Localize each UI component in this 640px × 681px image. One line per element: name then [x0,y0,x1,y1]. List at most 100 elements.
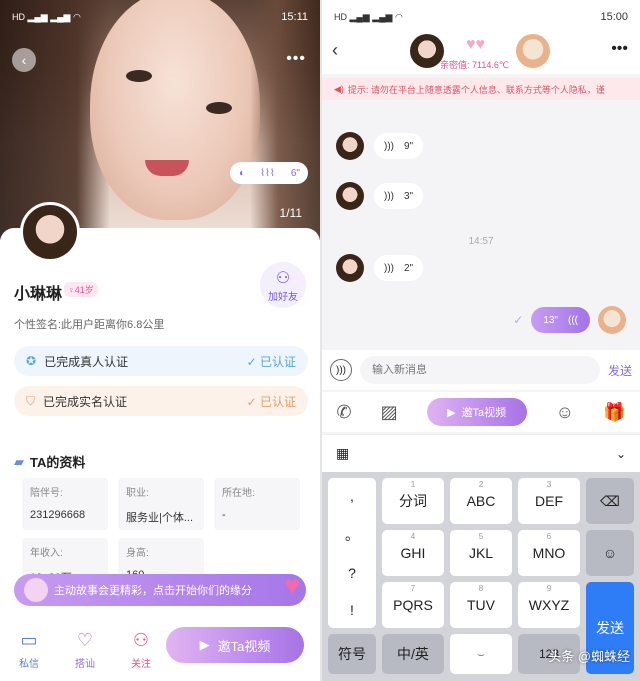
info-value: - [222,509,226,521]
key-5[interactable]: 5 JKL [450,530,512,576]
key-2[interactable]: 2 ABC [450,478,512,524]
status-bar: HD ▂▄▆ ▂▄▆ ◠ 15:00 [322,0,640,34]
video-invite-button[interactable]: ▶ 邀Ta视频 [426,398,527,426]
collapse-keyboard-icon[interactable]: ⌄ [616,447,626,461]
real-person-cert: ✪ 已完成真人认证 ✓ 已认证 [14,346,308,376]
real-name-cert: ⛉ 已完成实名认证 ✓ 已认证 [14,386,308,416]
avatar[interactable] [336,132,364,160]
read-check-icon: ✓ [513,313,524,327]
cert-label: 已完成实名认证 [43,394,128,409]
video-camera-icon: ▶ [199,637,210,652]
back-button[interactable]: ‹ [332,40,338,61]
screen: HD ▂▄▆ ▂▄▆ ◠ 15:11 ‹ ••• ◖ ⌇⌇⌇ 6" 1/11 小… [0,0,640,681]
key-1[interactable]: 1 分词 [382,478,444,524]
send-button[interactable]: 发送 [608,362,632,379]
key-6[interactable]: 6 MNO [518,530,580,576]
emoji-icon[interactable]: ☺ [556,402,574,423]
chat-timestamp: 14:57 [468,236,494,247]
cert-status: ✓ 已认证 [246,394,296,409]
backspace-icon: ⌫ [600,492,620,509]
key-4[interactable]: 4 GHI [382,530,444,576]
info-label: 陪伴号: [30,488,63,499]
key-label: PQRS [393,597,433,613]
signal-icon: HD ▂▄▆ ▂▄▆ ◠ [334,11,403,22]
story-banner[interactable]: 主动故事会更精彩，点击开始你们的缘分 ♥ [14,570,306,606]
follow-icon: ⚇ [132,630,150,650]
voice-bubble[interactable]: ))) 9" [374,133,424,159]
emoji-icon: ☺ [602,545,618,561]
key-label: TUV [467,597,495,613]
avatar[interactable] [336,254,364,282]
nav-label: 私信 [19,659,39,670]
info-label: 年收入: [30,548,63,559]
punct-key[interactable]: ! [350,602,354,618]
voice-intro-button[interactable]: ◖ ⌇⌇⌇ 6" [230,162,308,184]
punctuation-column[interactable]: , 。 ? ! [328,478,376,628]
grid-icon[interactable]: ▦ [336,445,349,462]
avatar[interactable] [20,202,80,262]
voice-bubble[interactable]: ))) 3" [374,183,424,209]
nav-greet[interactable]: ♡ 搭讪 [58,630,112,670]
key-3[interactable]: 3 DEF [518,478,580,524]
nav-message[interactable]: ▭ 私信 [2,630,56,670]
emoji-key[interactable]: ☺ [586,530,634,576]
voice-bubble[interactable]: 13" ((( [531,307,590,333]
avatar[interactable] [336,182,364,210]
key-number: 5 [478,532,484,541]
voice-duration: 13" [543,314,558,326]
punct-key[interactable]: , [350,488,354,504]
gift-icon[interactable]: 🎁 [603,402,625,423]
profile-screen: HD ▂▄▆ ▂▄▆ ◠ 15:11 ‹ ••• ◖ ⌇⌇⌇ 6" 1/11 小… [0,0,320,681]
key-number: 4 [410,532,416,541]
message-input[interactable] [360,356,600,384]
key-number: 3 [546,480,552,489]
punct-key[interactable]: ? [348,565,356,581]
privacy-notice: ◀) 提示: 请勿在平台上随意透露个人信息、联系方式等个人隐私，谨 [322,78,640,100]
photo-page-indicator: 1/11 [279,206,302,220]
symbol-key[interactable]: 符号 [328,634,376,674]
status-time: 15:00 [600,11,628,23]
key-9[interactable]: 9 WXYZ [518,582,580,628]
image-icon[interactable]: ▨ [381,402,398,423]
more-button[interactable]: ••• [611,40,628,58]
key-label: GHI [400,545,426,561]
punct-key[interactable]: 。 [345,525,359,545]
self-avatar[interactable] [598,306,626,334]
add-friend-button[interactable]: ⚇ 加好友 [260,262,306,308]
voice-input-icon[interactable]: ))) [330,359,352,381]
sound-wave-icon: ))) [384,190,394,202]
phone-icon[interactable]: ✆ [337,402,352,423]
key-7[interactable]: 7 PQRS [382,582,444,628]
add-friend-label: 加好友 [268,291,298,303]
space-key[interactable]: ⌣ [450,634,512,674]
section-title: ▰ TA的资料 [14,452,85,471]
status-bar: HD ▂▄▆ ▂▄▆ ◠ 15:11 [0,0,320,34]
message-icon: ▭ [20,630,38,650]
info-value: 服务业|个体... [126,512,194,524]
back-button[interactable]: ‹ [12,48,36,72]
info-label: 所在地: [222,488,255,499]
voice-bubble[interactable]: ))) 2" [374,255,424,281]
lang-key-label: 中/英 [397,646,429,662]
video-camera-icon: ▶ [447,406,456,419]
self-avatar[interactable] [516,34,550,68]
partner-avatar[interactable] [410,34,444,68]
key-label: WXYZ [528,597,570,613]
signature-text: 个性签名:此用户距离你6.8公里 [14,319,165,331]
voice-message: ))) 2" [336,254,424,282]
video-invite-button[interactable]: ▶ 邀Ta视频 [166,627,304,663]
more-button[interactable]: ••• [286,50,306,68]
lang-switch-key[interactable]: 中/英 [382,634,444,674]
backspace-key[interactable]: ⌫ [586,478,634,524]
cert-status: ✓ 已认证 [246,354,296,369]
key-8[interactable]: 8 TUV [450,582,512,628]
nav-follow[interactable]: ⚇ 关注 [114,630,168,670]
key-number: 7 [410,584,416,593]
key-number: 1 [410,480,416,489]
nav-label: 搭讪 [75,659,95,670]
video-invite-label: 邀Ta视频 [461,407,507,419]
microphone-icon: ⌣ [477,646,485,661]
voice-message: ))) 3" [336,182,424,210]
intimacy-value: 亲密值: 7114.6℃ [440,60,509,70]
photo-eye-right [206,102,232,114]
